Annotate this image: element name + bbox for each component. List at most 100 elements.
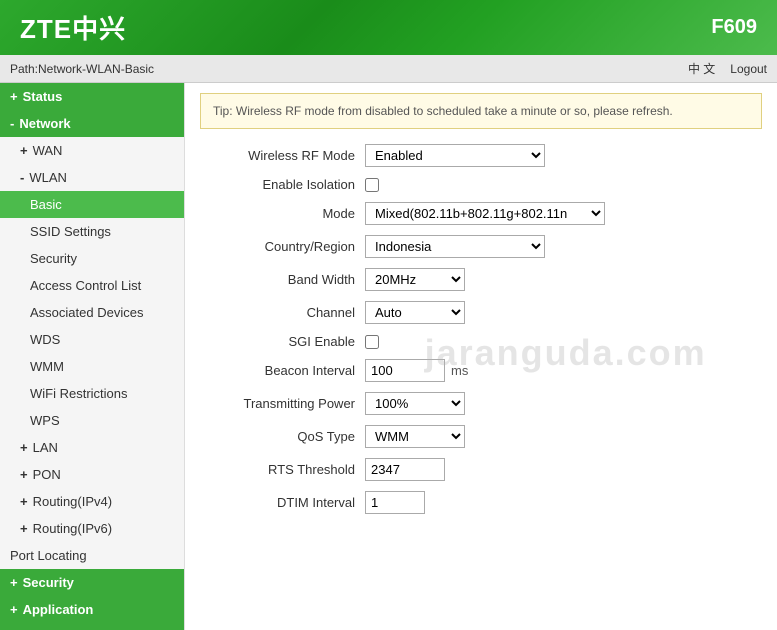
sgi-enable-row: SGI Enable [205, 334, 757, 349]
country-region-label: Country/Region [205, 239, 365, 254]
plus-icon: + [20, 467, 28, 482]
sidebar-item-wds[interactable]: WDS [0, 326, 184, 353]
wireless-rf-mode-row: Wireless RF Mode Enabled Disabled Schedu… [205, 144, 757, 167]
sidebar-item-label: Basic [30, 197, 62, 212]
sidebar-item-label: WiFi Restrictions [30, 386, 128, 401]
header: ZTE中兴 F609 [0, 0, 777, 55]
beacon-interval-unit: ms [451, 363, 468, 378]
channel-select[interactable]: Auto 123 456 789 1011 [365, 301, 465, 324]
sidebar-item-label: Routing(IPv4) [33, 494, 112, 509]
plus-icon: + [10, 575, 18, 590]
wireless-rf-mode-label: Wireless RF Mode [205, 148, 365, 163]
sidebar-item-label: WPS [30, 413, 60, 428]
sidebar-item-label: Access Control List [30, 278, 141, 293]
sidebar-item-label: WMM [30, 359, 64, 374]
dtim-interval-row: DTIM Interval [205, 491, 757, 514]
sidebar-item-ssid-settings[interactable]: SSID Settings [0, 218, 184, 245]
mode-label: Mode [205, 206, 365, 221]
sidebar-item-label: LAN [33, 440, 58, 455]
sidebar-item-label: Security [23, 575, 74, 590]
beacon-interval-row: Beacon Interval ms [205, 359, 757, 382]
sidebar-item-label: Port Locating [10, 548, 87, 563]
sidebar-item-application[interactable]: + Application [0, 596, 184, 623]
transmitting-power-row: Transmitting Power 100% 75% 50% 25% [205, 392, 757, 415]
logout-link[interactable]: Logout [730, 55, 767, 83]
logo: ZTE中兴 [20, 9, 126, 46]
beacon-interval-label: Beacon Interval [205, 363, 365, 378]
qos-type-label: QoS Type [205, 429, 365, 444]
main-content: jaranguda.com Tip: Wireless RF mode from… [185, 83, 777, 630]
path-bar: Path:Network-WLAN-Basic 中 文 Logout [0, 55, 777, 83]
path-text: Path:Network-WLAN-Basic [10, 55, 154, 83]
rts-threshold-label: RTS Threshold [205, 462, 365, 477]
sidebar-item-network[interactable]: - Network [0, 110, 184, 137]
channel-label: Channel [205, 305, 365, 320]
sidebar-item-wps[interactable]: WPS [0, 407, 184, 434]
tip-box: Tip: Wireless RF mode from disabled to s… [200, 93, 762, 129]
plus-icon: + [20, 440, 28, 455]
sidebar-item-routing-ipv6[interactable]: + Routing(IPv6) [0, 515, 184, 542]
bandwidth-select[interactable]: 20MHz 40MHz 20/40MHz [365, 268, 465, 291]
plus-icon: + [20, 143, 28, 158]
plus-icon: + [10, 602, 18, 617]
sidebar: + Status - Network + WAN - WLAN Basic SS… [0, 83, 185, 630]
mode-row: Mode Mixed(802.11b+802.11g+802.11n 802.1… [205, 202, 757, 225]
tip-text: Tip: Wireless RF mode from disabled to s… [213, 104, 673, 118]
layout: + Status - Network + WAN - WLAN Basic SS… [0, 83, 777, 630]
sidebar-item-access-control-list[interactable]: Access Control List [0, 272, 184, 299]
sidebar-item-label: Network [19, 116, 70, 131]
dtim-interval-label: DTIM Interval [205, 495, 365, 510]
sidebar-item-pon[interactable]: + PON [0, 461, 184, 488]
sidebar-item-label: Associated Devices [30, 305, 143, 320]
path-actions: 中 文 Logout [688, 55, 767, 83]
qos-type-row: QoS Type WMM None [205, 425, 757, 448]
minus-icon: - [20, 170, 24, 185]
sgi-enable-checkbox[interactable] [365, 335, 379, 349]
language-link[interactable]: 中 文 [688, 55, 715, 83]
sidebar-item-label: WLAN [29, 170, 67, 185]
model-badge: F609 [711, 16, 757, 39]
sidebar-item-basic[interactable]: Basic [0, 191, 184, 218]
bandwidth-row: Band Width 20MHz 40MHz 20/40MHz [205, 268, 757, 291]
sidebar-item-associated-devices[interactable]: Associated Devices [0, 299, 184, 326]
sidebar-item-security[interactable]: Security [0, 245, 184, 272]
rts-threshold-row: RTS Threshold [205, 458, 757, 481]
sidebar-item-wmm[interactable]: WMM [0, 353, 184, 380]
plus-icon: + [10, 89, 18, 104]
plus-icon: + [20, 521, 28, 536]
enable-isolation-checkbox[interactable] [365, 178, 379, 192]
sidebar-item-label: Routing(IPv6) [33, 521, 112, 536]
bandwidth-label: Band Width [205, 272, 365, 287]
beacon-interval-input[interactable] [365, 359, 445, 382]
sidebar-item-security-section[interactable]: + Security [0, 569, 184, 596]
wireless-rf-mode-select[interactable]: Enabled Disabled Scheduled [365, 144, 545, 167]
qos-type-select[interactable]: WMM None [365, 425, 465, 448]
sgi-enable-label: SGI Enable [205, 334, 365, 349]
transmitting-power-select[interactable]: 100% 75% 50% 25% [365, 392, 465, 415]
sidebar-item-wifi-restrictions[interactable]: WiFi Restrictions [0, 380, 184, 407]
enable-isolation-label: Enable Isolation [205, 177, 365, 192]
rts-threshold-input[interactable] [365, 458, 445, 481]
dtim-interval-input[interactable] [365, 491, 425, 514]
form-area: Wireless RF Mode Enabled Disabled Schedu… [185, 139, 777, 544]
sidebar-item-label: Status [23, 89, 63, 104]
sidebar-item-label: Security [30, 251, 77, 266]
sidebar-item-administration[interactable]: + Administration [0, 623, 184, 630]
sidebar-item-lan[interactable]: + LAN [0, 434, 184, 461]
transmitting-power-label: Transmitting Power [205, 396, 365, 411]
sidebar-item-wan[interactable]: + WAN [0, 137, 184, 164]
minus-icon: - [10, 116, 14, 131]
country-region-row: Country/Region Indonesia USA Europe [205, 235, 757, 258]
sidebar-item-label: Application [23, 602, 94, 617]
sidebar-item-label: WDS [30, 332, 60, 347]
sidebar-item-wlan[interactable]: - WLAN [0, 164, 184, 191]
enable-isolation-row: Enable Isolation [205, 177, 757, 192]
sidebar-item-port-locating[interactable]: Port Locating [0, 542, 184, 569]
sidebar-item-routing-ipv4[interactable]: + Routing(IPv4) [0, 488, 184, 515]
mode-select[interactable]: Mixed(802.11b+802.11g+802.11n 802.11b on… [365, 202, 605, 225]
country-region-select[interactable]: Indonesia USA Europe [365, 235, 545, 258]
logo-area: ZTE中兴 [20, 9, 126, 46]
sidebar-item-label: WAN [33, 143, 63, 158]
plus-icon: + [20, 494, 28, 509]
sidebar-item-status[interactable]: + Status [0, 83, 184, 110]
